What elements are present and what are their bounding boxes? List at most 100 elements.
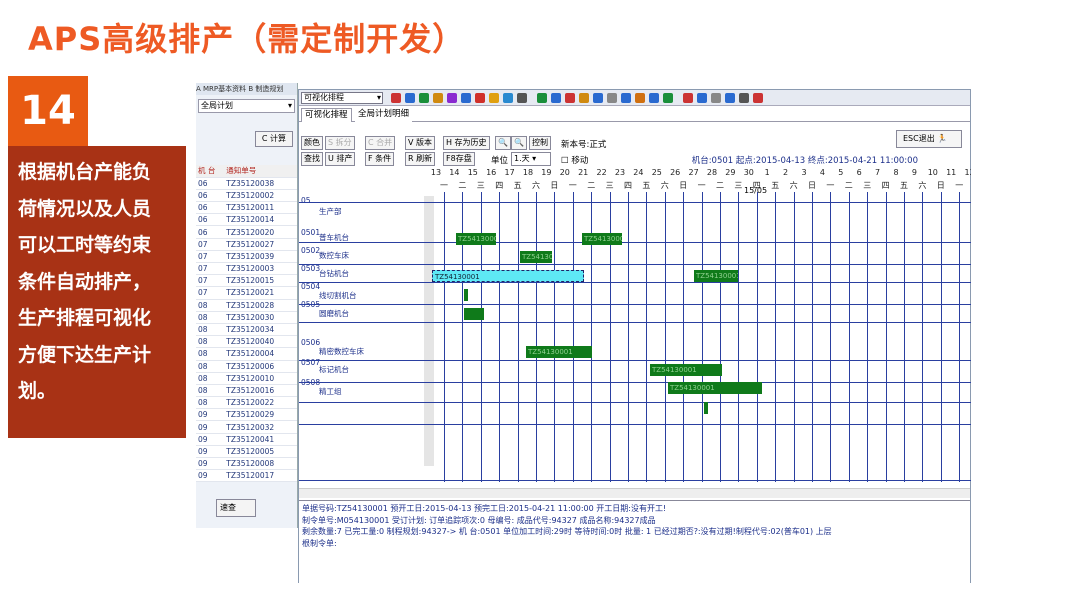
zoom-out-icon[interactable]: 🔍 <box>511 136 527 150</box>
table-row[interactable]: 08 TZ35120040 <box>196 335 297 349</box>
resource-name[interactable]: 台钻机台 <box>319 268 349 279</box>
table-row[interactable]: 08 TZ35120034 <box>196 323 297 337</box>
schedule-bar[interactable]: TZ54130001 <box>582 233 622 245</box>
table-row[interactable]: 09 TZ35120005 <box>196 445 297 459</box>
schedule-bar[interactable]: TZ54130001 <box>520 251 552 263</box>
resource-name[interactable]: 生产部 <box>319 206 342 217</box>
tab-global-plan[interactable]: 全局计划明细 <box>355 108 413 122</box>
toolbar-tool-icon[interactable] <box>635 93 645 103</box>
toolbar-tool-icon[interactable] <box>579 93 589 103</box>
table-row[interactable]: 07 TZ35120003 <box>196 262 297 276</box>
table-row[interactable]: 07 TZ35120015 <box>196 274 297 288</box>
schedule-bar[interactable] <box>464 308 484 320</box>
table-row[interactable]: 07 TZ35120027 <box>196 238 297 251</box>
schedule-button[interactable]: U 排产 <box>325 152 356 166</box>
plan-select[interactable]: 全局计划 ▾ <box>198 99 295 113</box>
table-row[interactable]: 08 TZ35120028 <box>196 299 297 312</box>
schedule-bar[interactable]: TZ54130001 <box>432 270 584 282</box>
version-button[interactable]: V 版本 <box>405 136 436 150</box>
schedule-bar[interactable]: TZ54130001 <box>650 364 722 376</box>
tab-visual-schedule[interactable]: 可视化排程 <box>301 108 352 122</box>
order-number: TZ35120022 <box>224 396 297 410</box>
table-row[interactable]: 08 TZ35120016 <box>196 384 297 398</box>
toolbar-tool-icon[interactable] <box>489 93 499 103</box>
table-row[interactable]: 08 TZ35120010 <box>196 372 297 385</box>
merge-button[interactable]: C 合并 <box>365 136 396 150</box>
resource-name[interactable]: 精工组 <box>319 386 342 397</box>
horizontal-scrollbar[interactable] <box>299 488 970 498</box>
view-select[interactable]: 可视化排程 ▾ <box>301 92 383 104</box>
day-gridline <box>701 192 703 482</box>
condition-button[interactable]: F 条件 <box>365 152 395 166</box>
toolbar-tool-icon[interactable] <box>391 93 401 103</box>
schedule-bar[interactable]: TZ54130001 <box>668 382 762 394</box>
table-row[interactable]: 07 TZ35120021 <box>196 286 297 300</box>
toolbar-tool-icon[interactable] <box>663 93 673 103</box>
schedule-bar[interactable]: TZ54130001 <box>456 233 496 245</box>
table-row[interactable]: 09 TZ35120017 <box>196 469 297 483</box>
top-menu[interactable]: A MRP基本资料 B 制造规划 <box>196 83 297 95</box>
table-row[interactable]: 09 TZ35120032 <box>196 420 297 434</box>
color-button[interactable]: 颜色 <box>301 136 323 150</box>
toolbar-tool-icon[interactable] <box>551 93 561 103</box>
schedule-bar[interactable]: TZ54130001 <box>526 346 592 358</box>
toolbar-tool-icon[interactable] <box>503 93 513 103</box>
schedule-bar[interactable]: TZ54130001 <box>694 270 738 282</box>
zoom-in-icon[interactable]: 🔍 <box>495 136 511 150</box>
toolbar-tool-icon[interactable] <box>419 93 429 103</box>
move-checkbox[interactable]: ☐ 移动 <box>561 154 588 166</box>
table-row[interactable]: 08 TZ35120022 <box>196 396 297 410</box>
toolbar-tool-icon[interactable] <box>537 93 547 103</box>
table-row[interactable]: 06 TZ35120014 <box>196 213 297 227</box>
resource-name[interactable]: 线切割机台 <box>319 290 357 301</box>
split-button[interactable]: S 拆分 <box>325 136 355 150</box>
table-row[interactable]: 06 TZ35120038 <box>196 177 297 190</box>
schedule-bar[interactable] <box>704 402 708 414</box>
toolbar-tool-icon[interactable] <box>649 93 659 103</box>
order-number: TZ35120008 <box>224 457 297 471</box>
save-button[interactable]: F8存盘 <box>443 152 475 166</box>
toolbar-tool-icon[interactable] <box>725 93 735 103</box>
calculate-button[interactable]: C 计算 <box>255 131 293 147</box>
table-row[interactable]: 06 TZ35120002 <box>196 189 297 203</box>
table-row[interactable]: 06 TZ35120011 <box>196 201 297 215</box>
toolbar-tool-icon[interactable] <box>475 93 485 103</box>
table-row[interactable]: 07 TZ35120039 <box>196 250 297 264</box>
machine-code: 07 <box>196 238 225 251</box>
toolbar-tool-icon[interactable] <box>607 93 617 103</box>
toolbar-tool-icon[interactable] <box>711 93 721 103</box>
find-button[interactable]: 查找 <box>301 152 323 166</box>
table-row[interactable]: 08 TZ35120030 <box>196 311 297 324</box>
resource-name[interactable]: 圆磨机台 <box>319 308 349 319</box>
table-row[interactable]: 09 TZ35120008 <box>196 457 297 471</box>
toolbar-tool-icon[interactable] <box>593 93 603 103</box>
table-row[interactable]: 08 TZ35120006 <box>196 360 297 373</box>
resource-name[interactable]: 精密数控车床 <box>319 346 364 357</box>
esc-exit-button[interactable]: ESC退出 🏃 <box>896 130 962 148</box>
resource-name[interactable]: 数控车床 <box>319 250 349 261</box>
toolbar-tool-icon[interactable] <box>447 93 457 103</box>
table-row[interactable]: 09 TZ35120029 <box>196 408 297 422</box>
toolbar-tool-icon[interactable] <box>433 93 443 103</box>
unit-select[interactable]: 1.天 ▾ <box>511 152 551 166</box>
toolbar-tool-icon[interactable] <box>683 93 693 103</box>
save-history-button[interactable]: H 存为历史 <box>443 136 490 150</box>
table-row[interactable]: 06 TZ35120020 <box>196 225 297 239</box>
refresh-button[interactable]: R 刷新 <box>405 152 436 166</box>
table-row[interactable]: 09 TZ35120041 <box>196 433 297 446</box>
toolbar-tool-icon[interactable] <box>461 93 471 103</box>
control-button[interactable]: 控制 <box>529 136 551 150</box>
toolbar-tool-icon[interactable] <box>621 93 631 103</box>
weekday-label: 三 <box>605 181 614 190</box>
toolbar-tool-icon[interactable] <box>565 93 575 103</box>
table-row[interactable]: 08 TZ35120004 <box>196 347 297 361</box>
resource-name[interactable]: 标记机台 <box>319 364 349 375</box>
info-line: 剩余数量:7 已完工量:0 制程规划:94327-> 机 台:0501 单位加工… <box>302 527 832 536</box>
schedule-bar[interactable] <box>464 289 468 301</box>
toolbar-tool-icon[interactable] <box>753 93 763 103</box>
toolbar-tool-icon[interactable] <box>405 93 415 103</box>
toolbar-tool-icon[interactable] <box>697 93 707 103</box>
toolbar-tool-icon[interactable] <box>517 93 527 103</box>
toolbar-tool-icon[interactable] <box>739 93 749 103</box>
quick-search-button[interactable]: 速查 <box>216 499 256 517</box>
